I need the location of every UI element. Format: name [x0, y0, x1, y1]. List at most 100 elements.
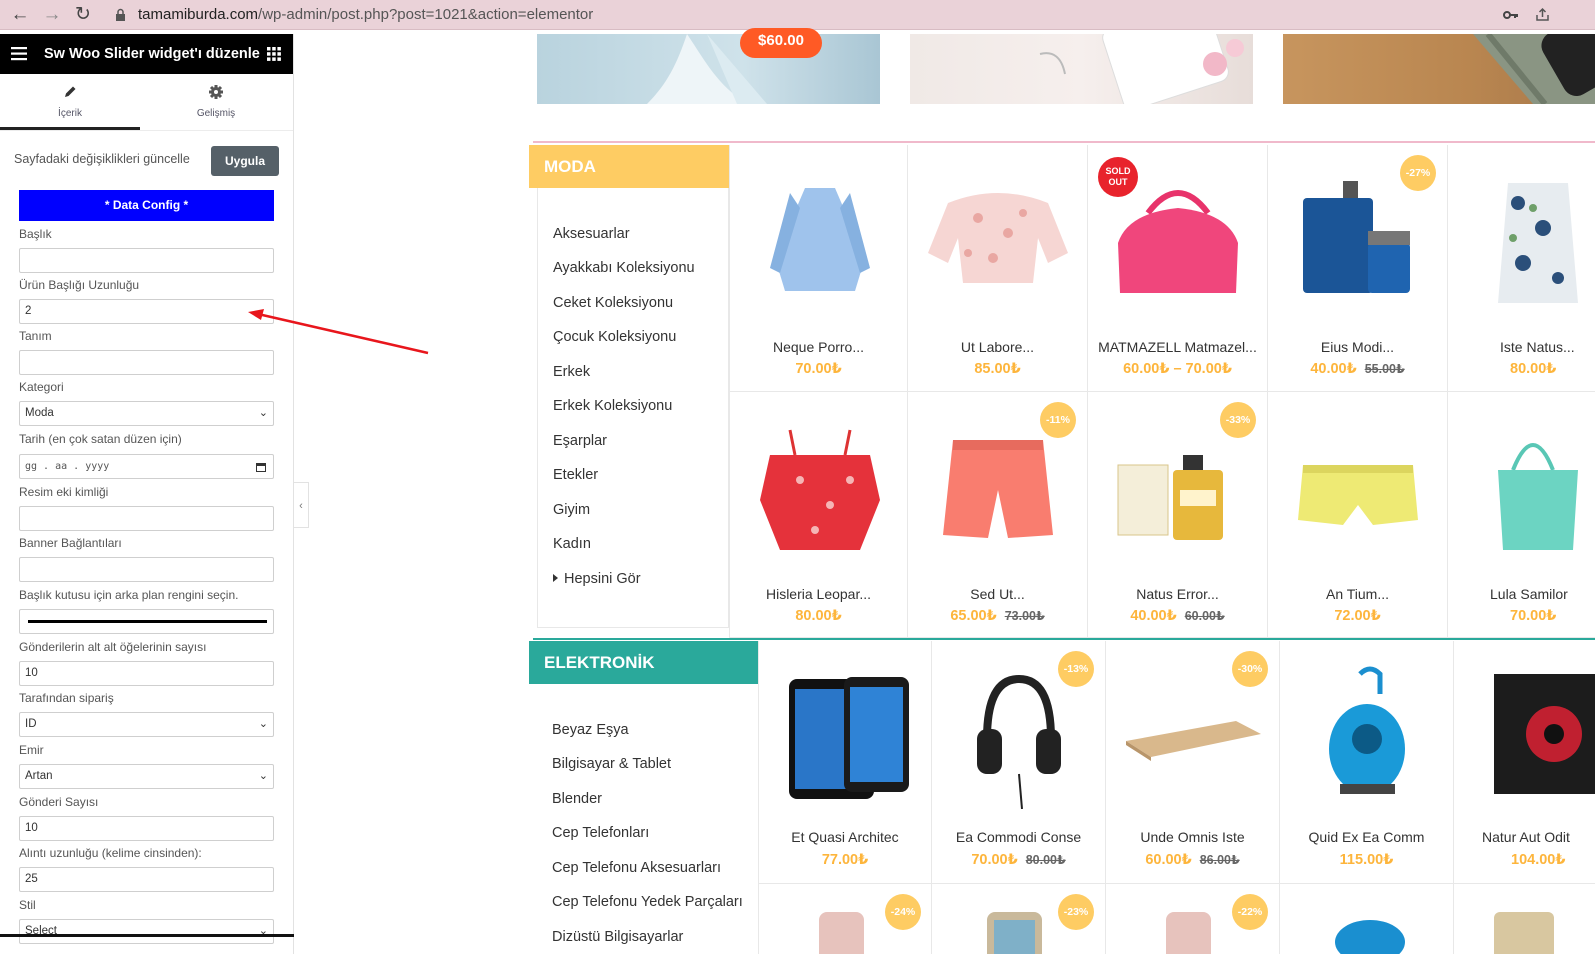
product-card[interactable]: Natur Aut Odit 104.00₺ — [1454, 641, 1595, 884]
style-select[interactable]: Select ⌄ — [19, 919, 274, 944]
chevron-down-icon: ⌄ — [258, 770, 268, 782]
banner-links-input[interactable] — [19, 557, 274, 582]
tab-content[interactable]: İçerik — [0, 80, 140, 130]
category-link[interactable]: Cep Telefonları — [552, 825, 649, 841]
product-card[interactable]: Et Quasi Architec 77.00₺ — [758, 641, 932, 884]
back-icon[interactable]: ← — [7, 0, 33, 30]
category-link[interactable]: Cep Telefonu Yedek Parçaları — [552, 894, 743, 910]
product-name[interactable]: Natus Error... — [1088, 586, 1267, 602]
product-card[interactable]: -22% — [1106, 884, 1280, 954]
product-card[interactable]: Hisleria Leopar... 80.00₺ — [729, 392, 908, 638]
product-card[interactable]: Lula Samilor 70.00₺ — [1448, 392, 1595, 638]
field-label-category: Kategori — [19, 380, 64, 394]
category-link[interactable]: Dizüstü Bilgisayarlar — [552, 929, 683, 945]
category-link[interactable]: Çocuk Koleksiyonu — [553, 329, 676, 345]
chevron-down-icon: ⌄ — [258, 407, 268, 419]
post-count-input[interactable]: 10 — [19, 816, 274, 841]
category-link[interactable]: Kadın — [553, 536, 591, 552]
product-card[interactable]: An Tium... 72.00₺ — [1268, 392, 1448, 638]
banner-fashion[interactable] — [537, 34, 880, 104]
tab-content-label: İçerik — [58, 108, 82, 119]
category-link[interactable]: Erkek Koleksiyonu — [553, 398, 672, 414]
product-name[interactable]: Eius Modi... — [1268, 339, 1447, 355]
product-name[interactable]: Unde Omnis Iste — [1106, 829, 1279, 845]
date-input[interactable]: gg . aa . yyyy — [19, 454, 274, 479]
product-name[interactable]: Natur Aut Odit — [1482, 829, 1595, 845]
product-name[interactable]: Neque Porro... — [730, 339, 907, 355]
category-link[interactable]: Etekler — [553, 467, 598, 483]
product-name[interactable]: MATMAZELL Matmazel... — [1088, 339, 1267, 355]
address-bar[interactable]: tamamiburda.com/wp-admin/post.php?post=1… — [138, 0, 593, 30]
category-select[interactable]: Moda ⌄ — [19, 401, 274, 426]
product-card[interactable]: -30% Unde Omnis Iste 60.00₺ 86.00₺ — [1106, 641, 1280, 884]
product-card[interactable]: Ut Labore... 85.00₺ — [908, 145, 1088, 392]
product-card[interactable]: SOLD OUT MATMAZELL Matmazel... 60.00₺ – 7… — [1088, 145, 1268, 392]
product-name[interactable]: Sed Ut... — [908, 586, 1087, 602]
banner-watch[interactable] — [1283, 34, 1595, 104]
product-name[interactable]: Lula Samilor — [1490, 586, 1595, 602]
product-card[interactable] — [1454, 884, 1595, 954]
image-id-input[interactable] — [19, 506, 274, 531]
product-name[interactable]: Et Quasi Architec — [759, 829, 931, 845]
category-link[interactable]: Ceket Koleksiyonu — [553, 295, 673, 311]
sold-out-badge: SOLD OUT — [1098, 157, 1138, 197]
price-current: 80.00₺ — [1510, 361, 1557, 377]
product-card[interactable]: -23% — [932, 884, 1106, 954]
category-link[interactable]: Erkek — [553, 364, 590, 380]
description-input[interactable] — [19, 350, 274, 375]
apply-button[interactable]: Uygula — [211, 146, 279, 176]
title-length-input[interactable]: 2 — [19, 299, 274, 324]
price-current: 77.00₺ — [821, 852, 869, 868]
moda-section-title: MODA — [529, 145, 729, 188]
hamburger-menu-icon[interactable] — [11, 47, 27, 61]
category-link[interactable]: Aksesuarlar — [553, 226, 630, 242]
key-icon[interactable] — [1503, 9, 1519, 21]
product-card[interactable]: -13% Ea Commodi Conse 70.00₺ 80.00₺ — [932, 641, 1106, 884]
category-link[interactable]: Blender — [552, 791, 602, 807]
title-input[interactable] — [19, 248, 274, 273]
product-card[interactable]: -11% Sed Ut... 65.00₺ 73.00₺ — [908, 392, 1088, 638]
product-card[interactable]: Quid Ex Ea Comm 115.00₺ — [1280, 641, 1454, 884]
product-card[interactable] — [1280, 884, 1454, 954]
banner-phone[interactable] — [910, 34, 1253, 104]
product-card[interactable]: Iste Natus... 80.00₺ — [1448, 145, 1595, 392]
share-icon[interactable] — [1535, 7, 1550, 22]
moda-category-list: Aksesuarlar Ayakkabı Koleksiyonu Ceket K… — [537, 188, 729, 628]
product-card[interactable]: -33% Natus Error... 40.00₺ 60.00₺ — [1088, 392, 1268, 638]
discount-badge: -30% — [1232, 651, 1268, 687]
product-name[interactable]: Hisleria Leopar... — [730, 586, 907, 602]
product-name[interactable]: Quid Ex Ea Comm — [1280, 829, 1453, 845]
category-link[interactable]: Cep Telefonu Aksesuarları — [552, 860, 721, 876]
widgets-grid-icon[interactable] — [267, 47, 281, 61]
product-name[interactable]: Ea Commodi Conse — [932, 829, 1105, 845]
child-count-input[interactable]: 10 — [19, 661, 274, 686]
field-label-post-count: Gönderi Sayısı — [19, 795, 99, 809]
product-name[interactable]: Ut Labore... — [908, 339, 1087, 355]
category-link[interactable]: Giyim — [553, 502, 590, 518]
order-by-select[interactable]: ID ⌄ — [19, 712, 274, 737]
pencil-icon — [65, 86, 76, 97]
price-current: 40.00₺ — [1310, 361, 1357, 377]
product-card[interactable]: -27% Eius Modi... 40.00₺ 55.00₺ — [1268, 145, 1448, 392]
bg-color-picker[interactable] — [19, 609, 274, 634]
discount-badge: -22% — [1232, 894, 1268, 930]
product-price: 77.00₺ — [759, 852, 931, 868]
panel-collapse-handle[interactable]: ‹ — [294, 482, 309, 528]
order-select[interactable]: Artan ⌄ — [19, 764, 274, 789]
tab-advanced[interactable]: Gelişmiş — [146, 80, 286, 130]
product-name[interactable]: Iste Natus... — [1500, 339, 1595, 355]
category-link[interactable]: Beyaz Eşya — [552, 722, 629, 738]
reload-icon[interactable]: ↻ — [70, 0, 96, 30]
product-card[interactable]: Neque Porro... 70.00₺ — [729, 145, 908, 392]
product-name[interactable]: An Tium... — [1268, 586, 1447, 602]
tab-advanced-label: Gelişmiş — [196, 108, 236, 119]
category-link[interactable]: Bilgisayar & Tablet — [552, 756, 671, 772]
elektronik-section-title: ELEKTRONİK — [529, 641, 758, 684]
product-card[interactable]: -24% — [758, 884, 932, 954]
category-link[interactable]: Ayakkabı Koleksiyonu — [553, 260, 695, 276]
excerpt-length-input[interactable]: 25 — [19, 867, 274, 892]
forward-icon[interactable]: → — [39, 0, 65, 30]
see-all-link[interactable]: Hepsini Gör — [553, 571, 641, 587]
category-link[interactable]: Eşarplar — [553, 433, 607, 449]
calendar-icon[interactable] — [256, 463, 266, 472]
